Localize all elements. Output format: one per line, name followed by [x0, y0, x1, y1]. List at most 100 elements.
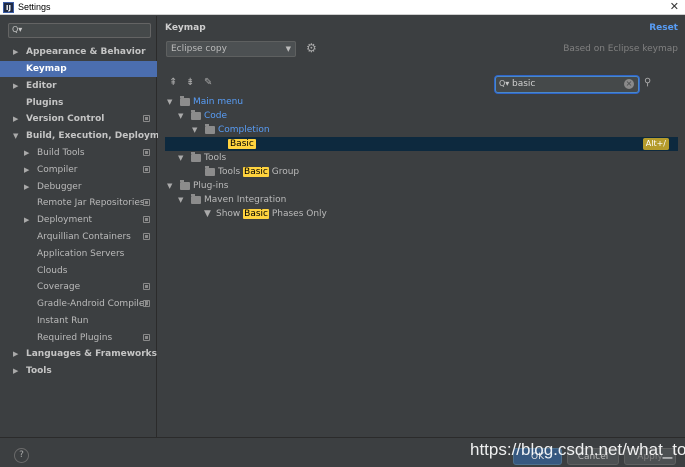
- cancel-button[interactable]: Cancel: [567, 448, 619, 465]
- project-level-icon: [143, 334, 150, 341]
- expand-all-icon[interactable]: ⇞: [169, 77, 177, 88]
- chevron-down-icon[interactable]: ▼: [178, 193, 183, 207]
- sidebar-item-gradle-android-compiler[interactable]: Gradle-Android Compiler: [0, 296, 157, 312]
- sidebar-item-version-control[interactable]: ▶ Version Control: [0, 111, 157, 127]
- sidebar-item-debugger[interactable]: ▶ Debugger: [0, 179, 157, 195]
- chevron-right-icon[interactable]: ▶: [24, 212, 29, 228]
- chevron-right-icon[interactable]: ▶: [13, 363, 18, 379]
- sidebar-item-deployment[interactable]: ▶ Deployment: [0, 212, 157, 228]
- tree-row-label: Main menu: [193, 97, 244, 107]
- label-suffix: Group: [268, 167, 300, 177]
- sidebar-item-label: Build, Execution, Deployment: [26, 131, 177, 141]
- tree-row-show-basic-phases-only[interactable]: ▼ Show Basic Phases Only: [165, 207, 678, 221]
- chevron-down-icon[interactable]: ▼: [167, 179, 172, 193]
- title-bar: IJ Settings ✕: [0, 0, 685, 15]
- sidebar-item-build-execution-deployment[interactable]: ▼ Build, Execution, Deployment: [0, 128, 176, 144]
- sidebar-item-label: Compiler: [37, 165, 78, 175]
- sidebar-item-label: Coverage: [37, 282, 81, 292]
- keymap-action-tree[interactable]: ▼ Main menu ▼ Code ▼ Completion Basic Al…: [165, 95, 678, 431]
- sidebar-item-remote-jar-repositories[interactable]: Remote Jar Repositories: [0, 195, 157, 211]
- settings-sidebar: Q▾ ▶ Appearance & Behavior Keymap ▶ Edit…: [0, 16, 176, 437]
- chevron-down-icon[interactable]: ▼: [178, 151, 183, 165]
- sidebar-item-label: Version Control: [26, 114, 105, 124]
- tree-row-main-menu[interactable]: ▼ Main menu: [165, 95, 678, 109]
- sidebar-item-tools[interactable]: ▶ Tools: [0, 363, 157, 379]
- project-level-icon: [143, 166, 150, 173]
- chevron-right-icon[interactable]: ▶: [24, 145, 29, 161]
- find-by-shortcut-icon[interactable]: ⚲: [644, 77, 651, 88]
- clear-search-icon[interactable]: ×: [624, 79, 634, 89]
- keymap-search-value: basic: [512, 79, 536, 89]
- collapse-all-icon[interactable]: ⇟: [186, 77, 194, 88]
- sidebar-item-instant-run[interactable]: Instant Run: [0, 313, 157, 329]
- search-icon: Q▾: [499, 79, 510, 88]
- sidebar-item-label: Tools: [26, 366, 52, 376]
- sidebar-item-keymap[interactable]: Keymap: [0, 61, 157, 77]
- project-level-icon: [143, 115, 150, 122]
- label-suffix: Phases Only: [268, 209, 327, 219]
- window-close-icon[interactable]: ✕: [670, 1, 679, 13]
- label-prefix: Show: [216, 209, 244, 219]
- sidebar-item-required-plugins[interactable]: Required Plugins: [0, 330, 157, 346]
- sidebar-item-clouds[interactable]: Clouds: [0, 263, 157, 279]
- page-title: Keymap: [165, 23, 206, 33]
- folder-icon: [205, 166, 215, 176]
- project-level-icon: [143, 216, 150, 223]
- folder-icon: [205, 124, 215, 134]
- folder-icon: [191, 194, 201, 204]
- sidebar-item-editor[interactable]: ▶ Editor: [0, 78, 157, 94]
- search-match-highlight: Basic: [228, 139, 256, 149]
- gear-icon[interactable]: ⚙: [306, 41, 317, 55]
- chevron-right-icon[interactable]: ▶: [24, 179, 29, 195]
- tree-row-tools[interactable]: ▼ Tools: [165, 151, 678, 165]
- sidebar-item-label: Remote Jar Repositories: [37, 198, 145, 208]
- tree-row-completion[interactable]: ▼ Completion: [165, 123, 678, 137]
- sidebar-item-appearance-behavior[interactable]: ▶ Appearance & Behavior: [0, 44, 157, 60]
- chevron-right-icon[interactable]: ▶: [13, 346, 18, 362]
- window-title: Settings: [18, 2, 51, 12]
- chevron-right-icon[interactable]: ▶: [13, 111, 18, 127]
- sidebar-item-compiler[interactable]: ▶ Compiler: [0, 162, 157, 178]
- chevron-down-icon[interactable]: ▼: [167, 95, 172, 109]
- reset-link[interactable]: Reset: [649, 23, 678, 33]
- tree-row-code[interactable]: ▼ Code: [165, 109, 678, 123]
- sidebar-item-arquillian-containers[interactable]: Arquillian Containers: [0, 229, 157, 245]
- tree-row-tools-basic-group[interactable]: Tools Basic Group: [165, 165, 678, 179]
- keymap-search-input[interactable]: Q▾ basic ×: [495, 76, 639, 93]
- sidebar-item-languages-frameworks[interactable]: ▶ Languages & Frameworks: [0, 346, 157, 362]
- chevron-down-icon[interactable]: ▼: [13, 128, 18, 144]
- sidebar-item-label: Plugins: [26, 98, 64, 108]
- folder-icon: [180, 180, 190, 190]
- tree-row-label: Maven Integration: [204, 195, 287, 205]
- sidebar-item-coverage[interactable]: Coverage: [0, 279, 157, 295]
- chevron-down-icon: ▼: [285, 45, 291, 53]
- tree-row-label: Tools Basic Group: [218, 165, 299, 179]
- keymap-scheme-dropdown[interactable]: Eclipse copy ▼: [166, 41, 296, 57]
- tree-row-basic[interactable]: Basic Alt+/: [165, 137, 678, 151]
- intellij-app-icon: IJ: [3, 1, 14, 13]
- chevron-right-icon[interactable]: ▶: [13, 44, 18, 60]
- sidebar-item-build-tools[interactable]: ▶ Build Tools: [0, 145, 157, 161]
- apply-button[interactable]: Apply: [624, 448, 676, 465]
- tree-row-label: Show Basic Phases Only: [216, 207, 327, 221]
- sidebar-item-application-servers[interactable]: Application Servers: [0, 246, 157, 262]
- chevron-down-icon[interactable]: ▼: [178, 109, 183, 123]
- help-icon[interactable]: ?: [14, 448, 29, 463]
- dialog-footer: ? OK Cancel Apply: [0, 437, 685, 467]
- tree-row-plug-ins[interactable]: ▼ Plug-ins: [165, 179, 678, 193]
- tree-row-label: Completion: [218, 125, 270, 135]
- sidebar-item-plugins[interactable]: Plugins: [0, 95, 157, 111]
- menu-folder-icon: [180, 96, 190, 106]
- settings-search-input[interactable]: Q▾: [8, 23, 151, 38]
- chevron-right-icon[interactable]: ▶: [13, 78, 18, 94]
- search-match-highlight: Basic: [243, 209, 269, 219]
- edit-pencil-icon[interactable]: ✎: [204, 77, 212, 88]
- project-level-icon: [143, 233, 150, 240]
- tree-row-label: Tools: [204, 153, 227, 163]
- sidebar-item-label: Arquillian Containers: [37, 232, 131, 242]
- ok-button[interactable]: OK: [513, 448, 562, 465]
- chevron-right-icon[interactable]: ▶: [24, 162, 29, 178]
- project-level-icon: [143, 283, 150, 290]
- chevron-down-icon[interactable]: ▼: [192, 123, 197, 137]
- tree-row-maven-integration[interactable]: ▼ Maven Integration: [165, 193, 678, 207]
